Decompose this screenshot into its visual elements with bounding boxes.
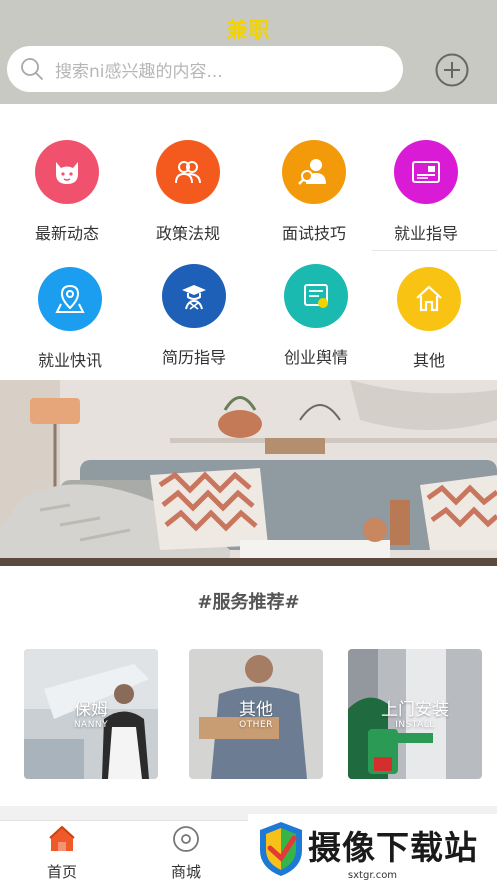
category-other[interactable]: 其他: [374, 267, 484, 371]
category-label: 就业指导: [393, 224, 458, 243]
service-title: 其他: [239, 700, 273, 720]
category-latest-news[interactable]: 最新动态: [12, 140, 122, 244]
service-title: 上门安装: [381, 700, 449, 720]
section-title: #服务推荐#: [197, 592, 300, 613]
service-subtitle: OTHER: [239, 720, 273, 730]
tab-label: 商城: [170, 863, 201, 881]
home-banner[interactable]: [0, 380, 497, 566]
category-label: 简历指导: [161, 348, 226, 367]
category-label: 政策法规: [155, 224, 220, 243]
home-tab-icon: [49, 825, 75, 851]
person-search-icon: [282, 140, 346, 204]
category-label: 其他: [412, 351, 445, 370]
category-grid: 最新动态 政策法规 面试技巧 就业指导 就业快讯 简历指导 创业舆情 其他: [0, 104, 497, 394]
category-interview[interactable]: 面试技巧: [259, 140, 369, 244]
people-icon: [156, 140, 220, 204]
divider: [372, 250, 497, 251]
graduate-icon: [162, 264, 226, 328]
category-resume[interactable]: 简历指导: [139, 264, 249, 368]
service-card-other[interactable]: 其他 OTHER: [189, 649, 323, 779]
category-label: 面试技巧: [281, 224, 346, 243]
watermark-title: 摄像下载站: [308, 828, 478, 867]
disc-icon: [173, 826, 199, 852]
category-label: 就业快讯: [37, 351, 102, 370]
home-icon: [397, 267, 461, 331]
watermark-url: sxtgr.com: [347, 870, 398, 881]
tab-home[interactable]: 首页: [22, 825, 102, 882]
tab-label: 首页: [46, 863, 77, 881]
tab-shop[interactable]: 商城: [146, 825, 226, 882]
app-title: 兼职: [226, 18, 271, 42]
search-input[interactable]: 搜索ni感兴趣的内容...: [7, 46, 403, 92]
service-title: 保姆: [74, 700, 108, 720]
service-card-nanny[interactable]: 保姆 NANNY: [24, 649, 158, 779]
location-pin-icon: [38, 267, 102, 331]
category-policy[interactable]: 政策法规: [133, 140, 243, 244]
document-icon: [284, 264, 348, 328]
living-room-image: [0, 380, 497, 566]
category-label: 创业舆情: [283, 348, 348, 367]
search-placeholder: 搜索ni感兴趣的内容...: [55, 61, 223, 82]
category-label: 最新动态: [34, 224, 99, 243]
card-icon: [394, 140, 458, 204]
add-button[interactable]: [435, 53, 469, 87]
category-startup[interactable]: 创业舆情: [261, 264, 371, 368]
watermark: 摄像下载站 sxtgr.com: [248, 814, 497, 883]
cat-face-icon: [35, 140, 99, 204]
header: 兼职 搜索ni感兴趣的内容...: [0, 0, 497, 104]
category-flash-news[interactable]: 就业快讯: [15, 267, 125, 371]
search-icon: [21, 58, 43, 80]
service-card-install[interactable]: 上门安装 INSTALL: [348, 649, 482, 779]
service-subtitle: INSTALL: [395, 720, 435, 730]
category-guidance[interactable]: 就业指导: [371, 140, 481, 244]
service-subtitle: NANNY: [73, 720, 109, 730]
